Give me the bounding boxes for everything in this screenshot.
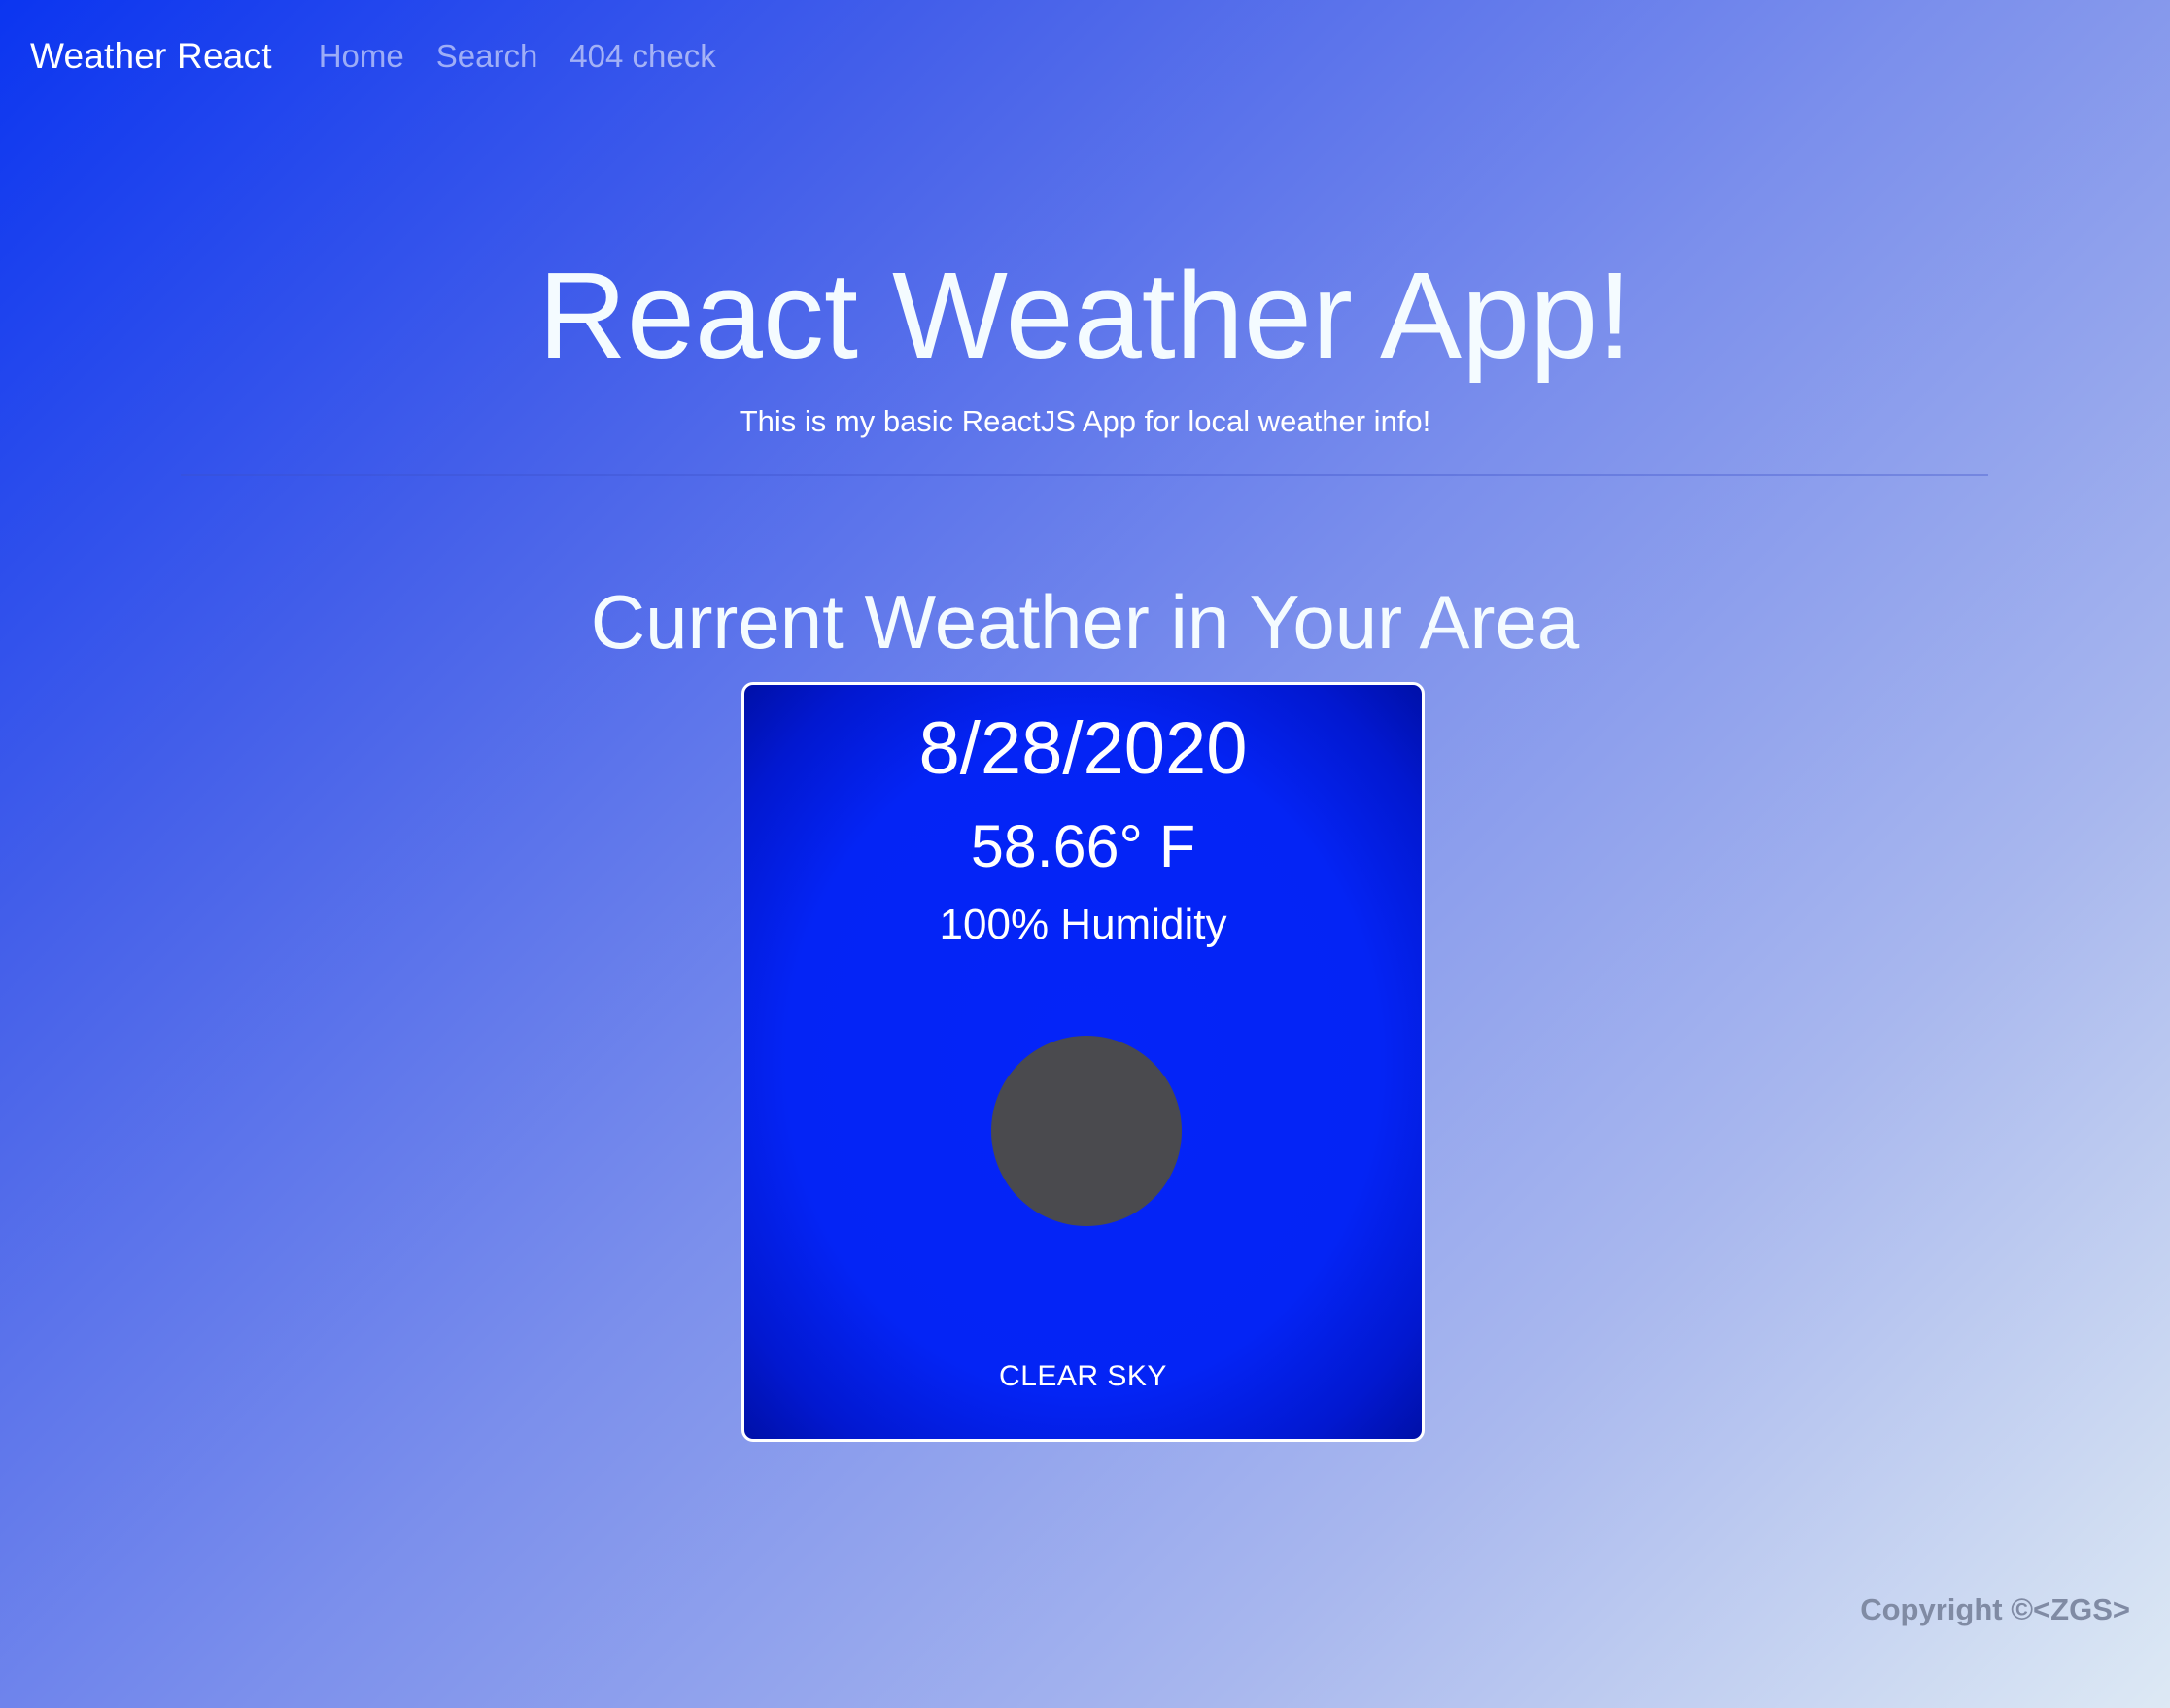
weather-icon [991, 1036, 1182, 1226]
weather-humidity: 100% Humidity [939, 901, 1227, 948]
nav-link-404-check[interactable]: 404 check [569, 38, 715, 75]
nav-link-search[interactable]: Search [436, 38, 538, 75]
footer-copyright: Copyright ©<ZGS> [1860, 1592, 2130, 1626]
page-subtitle: This is my basic ReactJS App for local w… [739, 404, 1431, 438]
weather-card: 8/28/2020 58.66° F 100% Humidity CLEAR S… [741, 682, 1425, 1442]
brand-link[interactable]: Weather React [30, 36, 272, 77]
weather-condition: CLEAR SKY [999, 1360, 1167, 1392]
weather-temperature: 58.66° F [970, 813, 1196, 879]
section-title: Current Weather in Your Area [590, 579, 1580, 665]
page-title: React Weather App! [537, 247, 1633, 384]
weather-date: 8/28/2020 [918, 707, 1248, 790]
navbar: Weather React Home Search 404 check [0, 0, 2170, 113]
nav-link-home[interactable]: Home [319, 38, 404, 75]
hero-divider [181, 474, 1988, 476]
